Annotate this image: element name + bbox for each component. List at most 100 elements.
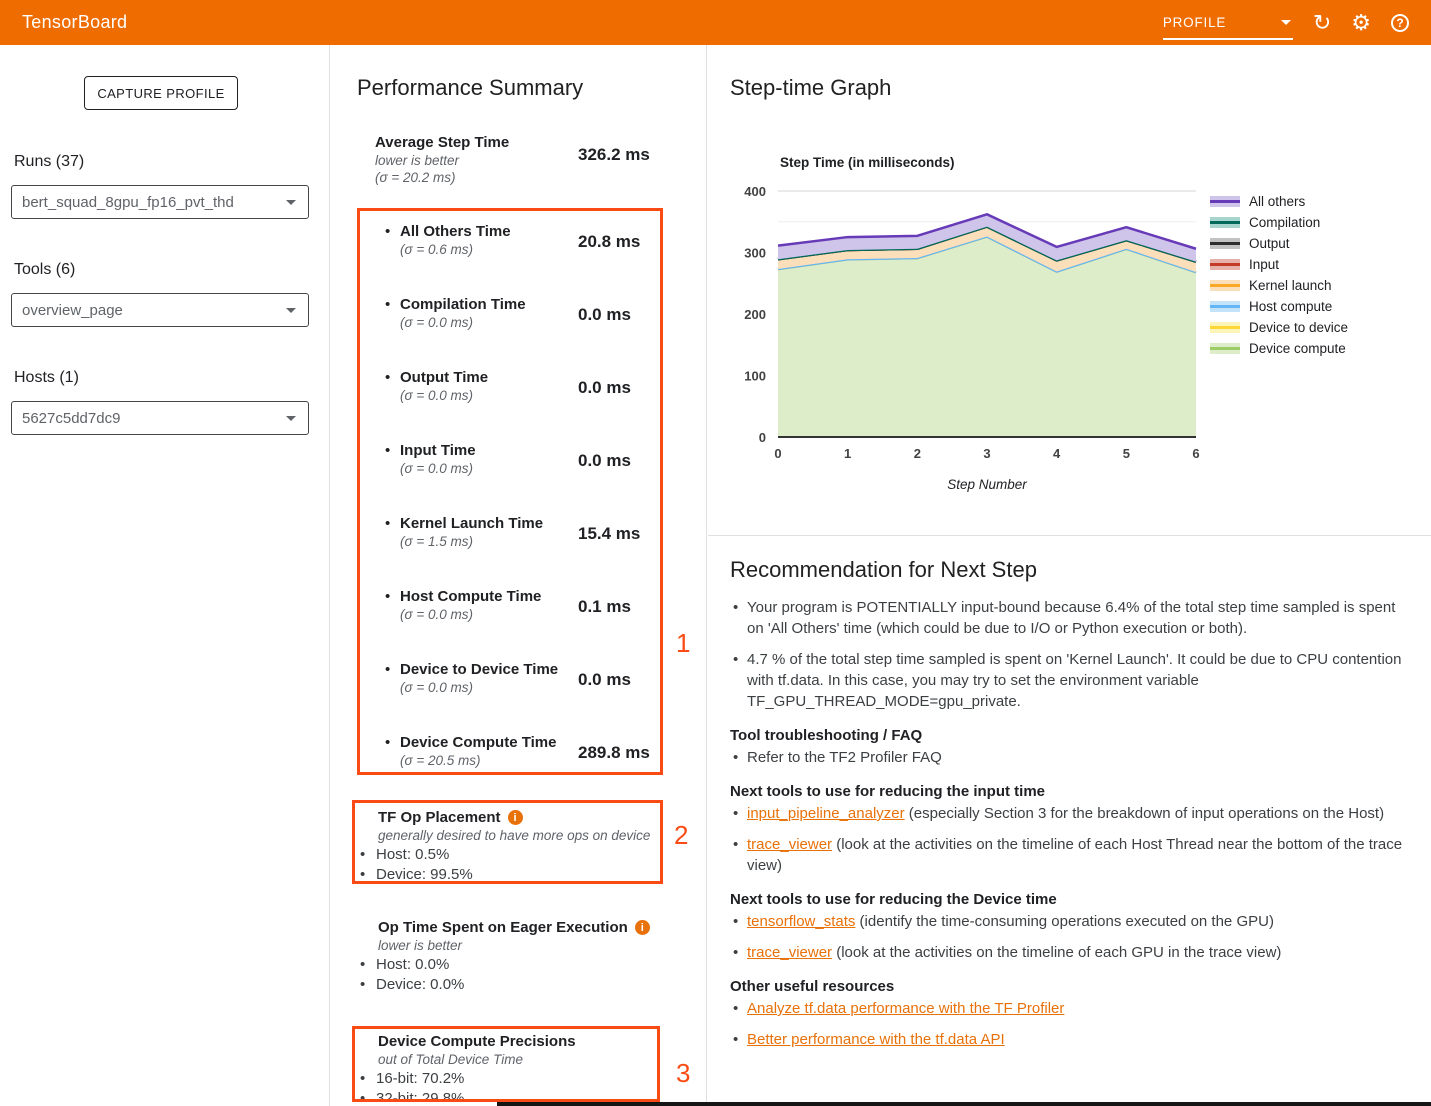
metric-value: 0.0 ms	[578, 660, 631, 690]
list-item: trace_viewer (look at the activities on …	[730, 834, 1412, 876]
metric-value: 20.8 ms	[578, 222, 640, 252]
info-icon[interactable]: i	[508, 810, 523, 825]
metric-sigma: (σ = 0.0 ms)	[400, 679, 578, 696]
metric-sigma: (σ = 20.5 ms)	[400, 752, 578, 769]
performance-summary-panel: Performance Summary Average Step Time lo…	[331, 45, 707, 1106]
legend-swatch	[1210, 238, 1240, 249]
bullet: •	[385, 660, 400, 679]
bullet: •	[360, 1069, 376, 1089]
hosts-select[interactable]: 5627c5dd7dc9	[11, 401, 309, 435]
metric-sigma: (σ = 0.6 ms)	[400, 241, 578, 258]
legend-item: Kernel launch	[1210, 275, 1348, 296]
performance-summary-title: Performance Summary	[357, 75, 583, 101]
metric-value: 0.0 ms	[578, 441, 631, 471]
metric-sigma: (σ = 0.0 ms)	[400, 387, 578, 404]
chevron-down-icon	[286, 308, 296, 313]
metric-row: • Host Compute Time (σ = 0.0 ms) 0.1 ms	[360, 587, 660, 660]
svg-text:3: 3	[983, 446, 990, 461]
legend-swatch	[1210, 343, 1240, 354]
metric-label: All Others Time	[400, 222, 578, 241]
tf-op-placement-note: generally desired to have more ops on de…	[378, 827, 660, 845]
metric-sigma: (σ = 0.0 ms)	[400, 460, 578, 477]
chevron-down-icon	[286, 416, 296, 421]
tfdata-profiler-link[interactable]: Analyze tf.data performance with the TF …	[747, 1000, 1064, 1017]
svg-text:300: 300	[744, 246, 766, 261]
legend-swatch	[1210, 217, 1240, 228]
tools-select[interactable]: overview_page	[11, 293, 309, 327]
metric-label: Average Step Time	[375, 133, 578, 152]
list-item: •Host: 0.5%	[360, 845, 660, 865]
legend-item: All others	[1210, 191, 1348, 212]
bullet: •	[360, 955, 376, 975]
annotation-box-2: TF Op Placement i generally desired to h…	[352, 800, 663, 884]
chevron-down-icon	[286, 200, 296, 205]
list-item: •Host: 0.0%	[360, 955, 678, 975]
tfdata-api-link[interactable]: Better performance with the tf.data API	[747, 1031, 1005, 1048]
list-item: tensorflow_stats (identify the time-cons…	[730, 911, 1412, 932]
input-pipeline-analyzer-link[interactable]: input_pipeline_analyzer	[747, 805, 905, 822]
metric-label: Input Time	[400, 441, 578, 460]
metric-row: • Compilation Time (σ = 0.0 ms) 0.0 ms	[360, 295, 660, 368]
metric-sigma: (σ = 1.5 ms)	[400, 533, 578, 550]
annotation-box-3: Device Compute Precisions out of Total D…	[352, 1026, 660, 1102]
section-heading: Other useful resources	[730, 977, 1412, 996]
main-panel: Step-time Graph Step Time (in millisecon…	[708, 45, 1431, 1106]
runs-select[interactable]: bert_squad_8gpu_fp16_pvt_thd	[11, 185, 309, 219]
list-item: Your program is POTENTIALLY input-bound …	[730, 597, 1412, 639]
section-heading: Next tools to use for reducing the input…	[730, 782, 1412, 801]
list-item: Refer to the TF2 Profiler FAQ	[730, 747, 1412, 768]
average-step-time-row: Average Step Time lower is better (σ = 2…	[375, 133, 665, 186]
metric-sigma: (σ = 20.2 ms)	[375, 169, 578, 186]
legend-item: Device to device	[1210, 317, 1348, 338]
trace-viewer-link[interactable]: trace_viewer	[747, 944, 832, 961]
sidebar: CAPTURE PROFILE Runs (37) bert_squad_8gp…	[0, 45, 330, 1106]
help-icon[interactable]: ?	[1391, 14, 1409, 32]
gear-icon[interactable]: ⚙	[1351, 12, 1371, 34]
annotation-number-3: 3	[676, 1058, 690, 1088]
eager-execution-block: Op Time Spent on Eager Execution i lower…	[378, 914, 678, 994]
bullet: •	[360, 975, 376, 995]
svg-text:1: 1	[844, 446, 851, 461]
metric-value: 0.0 ms	[578, 368, 631, 398]
legend-item: Device compute	[1210, 338, 1348, 359]
bullet: •	[360, 845, 376, 865]
metric-sigma: (σ = 0.0 ms)	[400, 606, 578, 623]
bullet: •	[385, 368, 400, 387]
header-controls: PROFILE ↻ ⚙ ?	[1163, 5, 1409, 40]
list-item: •Device: 0.0%	[360, 975, 678, 995]
list-item: •32-bit: 29.8%	[360, 1089, 657, 1103]
section-divider	[708, 535, 1431, 536]
legend-item: Output	[1210, 233, 1348, 254]
dashboard-selector-value: PROFILE	[1163, 15, 1226, 30]
tensorboard-app: TensorBoard PROFILE ↻ ⚙ ? CAPTURE PROFIL…	[0, 0, 1431, 1106]
legend-item: Host compute	[1210, 296, 1348, 317]
svg-text:0: 0	[759, 430, 766, 445]
legend-swatch	[1210, 322, 1240, 333]
metric-label: Host Compute Time	[400, 587, 578, 606]
eager-note: lower is better	[378, 937, 678, 955]
eager-title: Op Time Spent on Eager Execution	[378, 918, 628, 937]
dashboard-selector[interactable]: PROFILE	[1163, 15, 1293, 40]
metric-value: 15.4 ms	[578, 514, 640, 544]
list-item: •Device: 99.5%	[360, 865, 660, 885]
svg-text:2: 2	[914, 446, 921, 461]
tensorflow-stats-link[interactable]: tensorflow_stats	[747, 913, 855, 930]
legend-swatch	[1210, 196, 1240, 207]
bullet: •	[385, 441, 400, 460]
trace-viewer-link[interactable]: trace_viewer	[747, 836, 832, 853]
tools-label: Tools (6)	[14, 261, 75, 279]
bullet: •	[385, 295, 400, 314]
app-title: TensorBoard	[22, 12, 127, 33]
reload-icon[interactable]: ↻	[1313, 12, 1331, 34]
legend-swatch	[1210, 259, 1240, 270]
info-icon[interactable]: i	[635, 920, 650, 935]
legend-item: Input	[1210, 254, 1348, 275]
metric-label: Compilation Time	[400, 295, 578, 314]
recommendation-bullets: Your program is POTENTIALLY input-bound …	[730, 597, 1412, 712]
metric-row: • Device to Device Time (σ = 0.0 ms) 0.0…	[360, 660, 660, 733]
metric-note: lower is better	[375, 152, 578, 169]
runs-select-value: bert_squad_8gpu_fp16_pvt_thd	[22, 194, 234, 211]
bullet: •	[385, 733, 400, 752]
capture-profile-button[interactable]: CAPTURE PROFILE	[84, 76, 238, 110]
legend-swatch	[1210, 301, 1240, 312]
